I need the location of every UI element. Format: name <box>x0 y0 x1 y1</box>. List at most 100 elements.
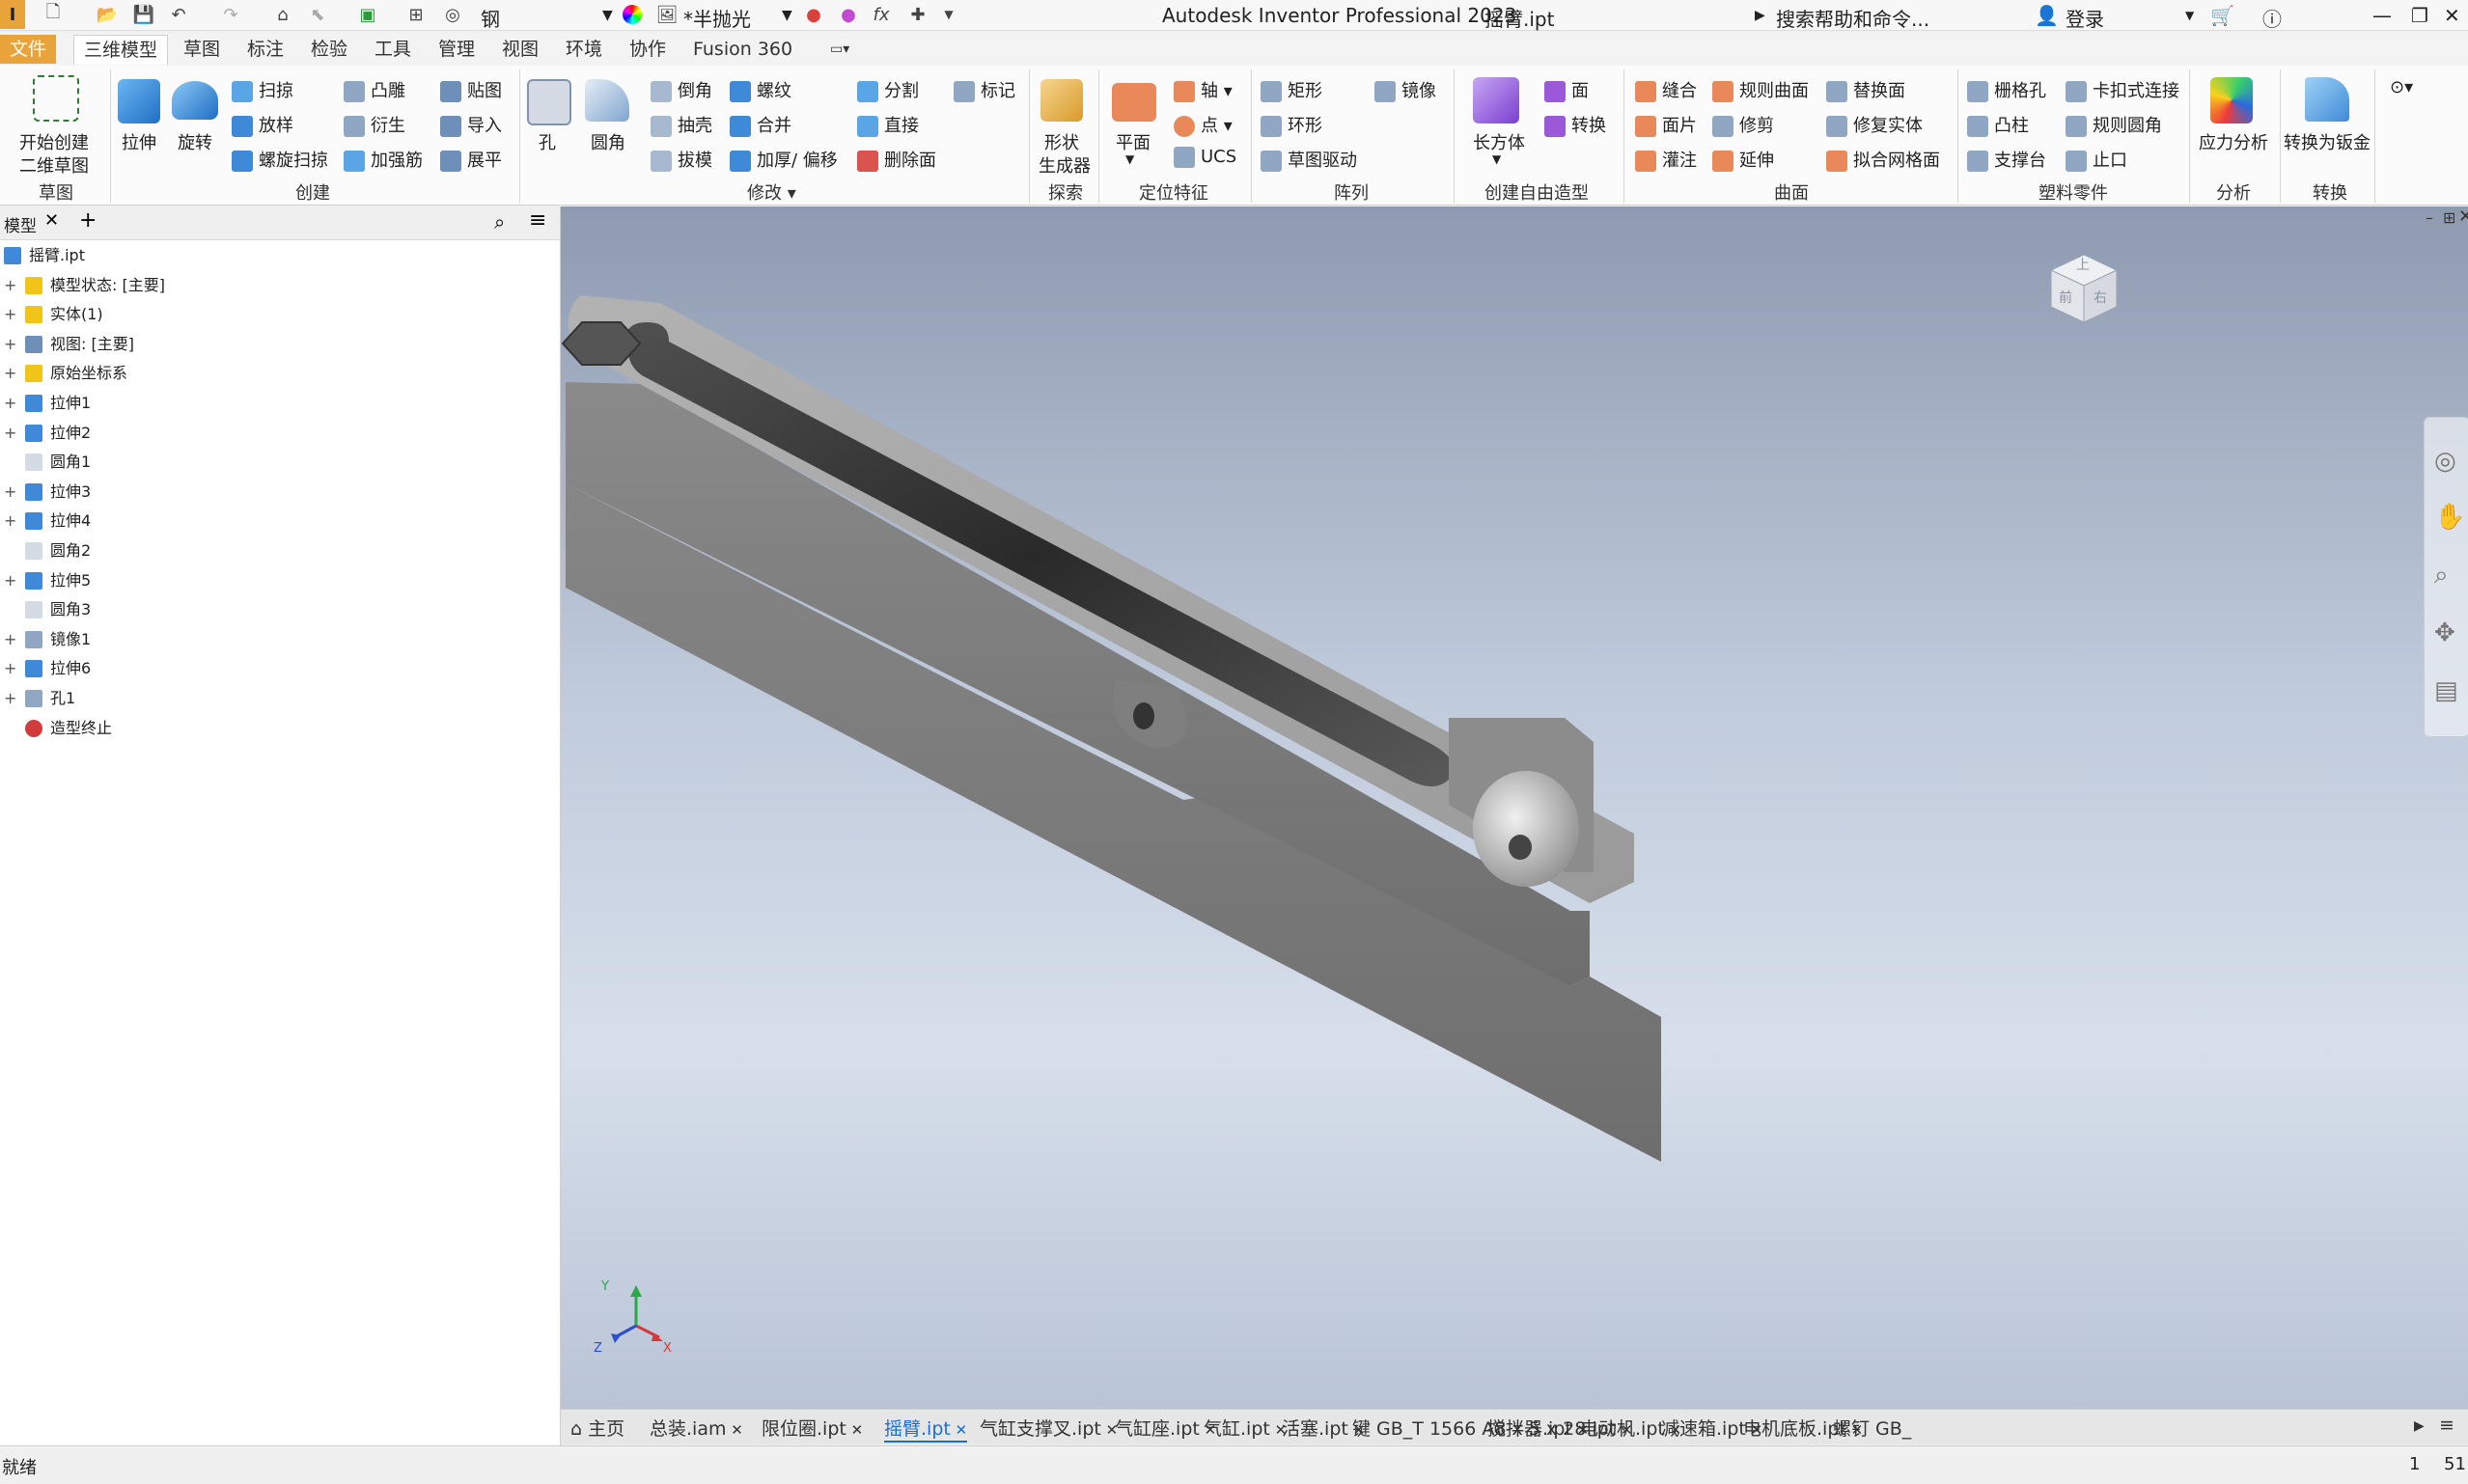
stitch-button[interactable]: 缝合 <box>1635 77 1697 102</box>
tab-manage[interactable]: 管理 <box>429 35 485 64</box>
document-tab[interactable]: 螺钉 GB_ <box>1833 1415 1911 1441</box>
revolve-button[interactable]: 旋转 <box>178 129 212 154</box>
close-tab-icon[interactable]: ✕ <box>846 1421 864 1439</box>
convert-to-sheetmetal-button[interactable]: 转换为钣金 <box>2284 129 2371 154</box>
browser-node[interactable]: 圆角2 <box>0 536 560 565</box>
close-tab-icon[interactable]: ✕ <box>726 1421 743 1439</box>
appearance-icon[interactable] <box>622 4 643 25</box>
grill-button[interactable]: 栅格孔 <box>1967 77 2046 102</box>
freeform-box-chevron-icon[interactable]: ▼ <box>1492 152 1501 166</box>
direct-button[interactable]: 直接 <box>857 112 919 137</box>
tab-view[interactable]: 视图 <box>492 35 548 64</box>
material-sphere-icon[interactable]: ◎ <box>442 4 463 25</box>
browser-node[interactable]: + 实体(1) <box>0 300 560 329</box>
document-tab-label[interactable]: 电机底板.ipt <box>1743 1418 1846 1440</box>
group-modify[interactable]: 修改 ▾ <box>747 179 796 205</box>
tab-sketch[interactable]: 草图 <box>174 35 230 64</box>
expand-icon[interactable]: + <box>4 507 16 536</box>
tab-environments[interactable]: 环境 <box>556 35 612 64</box>
document-tab[interactable]: 气缸支撑叉.ipt ✕ <box>980 1415 1118 1441</box>
search-arrow-icon[interactable]: ▶ <box>1755 8 1765 23</box>
expand-icon[interactable]: + <box>4 389 16 418</box>
browser-node[interactable]: 造型终止 <box>0 714 560 743</box>
cart-icon[interactable]: 🛒 <box>2210 4 2234 27</box>
clevis-boss[interactable] <box>1473 771 1579 887</box>
fillet-button[interactable]: 圆角 <box>591 129 625 154</box>
ruled-surface-button[interactable]: 规则曲面 <box>1712 77 1809 102</box>
snap-fit-button[interactable]: 卡扣式连接 <box>2066 77 2179 102</box>
minimize-icon[interactable]: — <box>2372 4 2392 27</box>
browser-node[interactable]: + 拉伸6 <box>0 654 560 683</box>
delete-face-button[interactable]: 删除面 <box>857 147 936 172</box>
measure-icon[interactable]: ⊞ <box>405 4 427 25</box>
clear-appearance-icon[interactable]: ● <box>838 4 859 25</box>
browser-node[interactable]: + 镜像1 <box>0 625 560 654</box>
plane-button[interactable]: 平面 <box>1116 129 1151 154</box>
view-cube-top-label[interactable]: 上 <box>2076 255 2090 274</box>
appearance-chevron-icon[interactable]: ▼ <box>782 8 792 23</box>
combine-button[interactable]: 合并 <box>730 112 791 137</box>
document-tab-label[interactable]: 摇臂.ipt <box>884 1418 951 1440</box>
adjust-appearance-icon[interactable]: ● <box>803 4 824 25</box>
document-tab-label[interactable]: 总装.iam <box>650 1418 726 1440</box>
material-dropdown[interactable]: 钢 <box>481 4 500 32</box>
shape-generator-label-2[interactable]: 生成器 <box>1039 152 1091 178</box>
browser-node[interactable]: 圆角1 <box>0 448 560 477</box>
expand-icon[interactable]: + <box>4 271 16 300</box>
steering-wheel-icon[interactable]: ◎ <box>2434 447 2456 476</box>
menu-icon[interactable]: ≡ <box>529 208 546 233</box>
freeform-box-button[interactable]: 长方体 <box>1473 129 1525 154</box>
expand-icon[interactable]: + <box>4 359 16 388</box>
patch-button[interactable]: 面片 <box>1635 112 1697 137</box>
circ-pattern-button[interactable]: 环形 <box>1261 112 1322 137</box>
browser-node[interactable]: + 原始坐标系 <box>0 359 560 388</box>
draft-button[interactable]: 拔模 <box>651 147 712 172</box>
rest-button[interactable]: 支撑台 <box>1967 147 2046 172</box>
shell-button[interactable]: 抽壳 <box>651 112 712 137</box>
hole-button[interactable]: 孔 <box>539 129 556 154</box>
extrude-button[interactable]: 拉伸 <box>122 129 156 154</box>
redo-icon[interactable]: ↷ <box>220 4 241 25</box>
tab-inspect[interactable]: 检验 <box>301 35 357 64</box>
viewport-tile-icon[interactable]: ⊞ <box>2443 208 2455 227</box>
home-icon[interactable]: ⌂ <box>272 4 293 25</box>
viewport-minimize-icon[interactable]: – <box>2426 208 2433 227</box>
tab-tools[interactable]: 工具 <box>365 35 421 64</box>
start-sketch-label-2[interactable]: 二维草图 <box>19 152 89 178</box>
expand-icon[interactable]: + <box>4 330 16 359</box>
chamfer-button[interactable]: 倒角 <box>651 77 712 102</box>
save-icon[interactable]: 💾 <box>133 4 154 25</box>
rib-button[interactable]: 加强筋 <box>344 147 423 172</box>
tab-annotate[interactable]: 标注 <box>237 35 293 64</box>
tab-file[interactable]: 文件 <box>0 35 57 64</box>
document-tab[interactable]: 搅拌器.ipt ✕ <box>1487 1415 1589 1441</box>
document-tab-label[interactable]: 螺钉 GB_ <box>1833 1418 1911 1440</box>
look-at-icon[interactable]: ▤ <box>2434 676 2458 705</box>
add-icon[interactable]: ✚ <box>907 4 929 25</box>
point-button[interactable]: 点 ▾ <box>1174 112 1233 137</box>
part-front-face[interactable] <box>566 382 1590 986</box>
trim-button[interactable]: 修剪 <box>1712 112 1774 137</box>
repair-bodies-button[interactable]: 修复实体 <box>1826 112 1923 137</box>
model-view[interactable] <box>561 206 2468 1409</box>
browser-tab-model[interactable]: 模型 <box>4 212 37 236</box>
sketch-driven-pattern-button[interactable]: 草图驱动 <box>1261 147 1357 172</box>
mirror-button[interactable]: 镜像 <box>1374 77 1436 102</box>
boss-button[interactable]: 凸柱 <box>1967 112 2029 137</box>
document-tab[interactable]: 气缸.ipt ✕ <box>1204 1415 1287 1441</box>
close-window-icon[interactable]: ✕ <box>2444 4 2460 27</box>
mark-button[interactable]: 标记 <box>954 77 1015 102</box>
stress-analysis-button[interactable]: 应力分析 <box>2199 129 2268 154</box>
browser-node[interactable]: + 孔1 <box>0 684 560 713</box>
user-icon[interactable]: 👤 <box>2035 4 2059 27</box>
new-file-icon[interactable]: 🗋 <box>42 2 64 25</box>
decal-button[interactable]: 贴图 <box>440 77 502 102</box>
rocker-arm-part[interactable] <box>561 295 1661 1162</box>
document-tab-label[interactable]: 气缸支撑叉.ipt <box>980 1418 1101 1440</box>
expand-icon[interactable]: + <box>4 625 16 654</box>
document-tab-label[interactable]: 搅拌器.ipt <box>1487 1418 1572 1440</box>
browser-node[interactable]: + 拉伸2 <box>0 419 560 448</box>
home-tab[interactable]: ⌂ 主页 <box>570 1415 624 1441</box>
side-lug-hole[interactable] <box>1133 702 1154 729</box>
select-icon[interactable]: ⬉ <box>307 4 328 25</box>
